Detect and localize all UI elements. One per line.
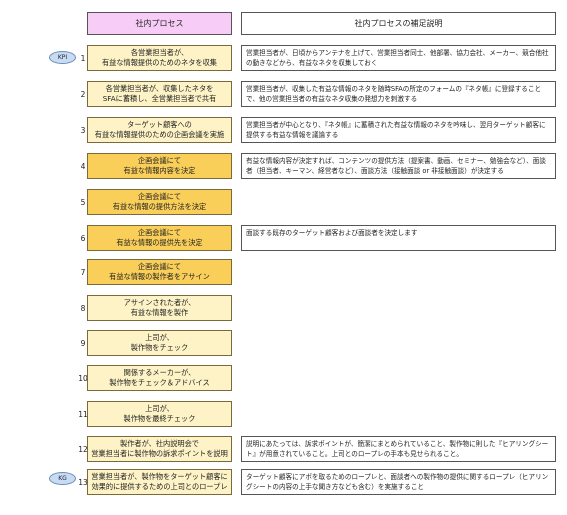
process-step-text: 企画会議にて 有益な情報の提供方法を決定 [112,192,207,211]
kpi-badge: KPI [49,51,76,64]
process-step-box: 企画会議にて 有益な情報の提供先を決定 [87,225,232,251]
process-step-box: 企画会議にて 有益な情報内容を決定 [87,153,232,179]
process-step-box: 上司が、 製作物をチェック [87,330,232,356]
process-step-text: 製作者が、社内説明会で 営業担当者に製作物の訴求ポイントを説明 [91,439,228,458]
step-note: 営業担当者が中心となり、『ネタ帳』に蓄積された有益な情報のネタを吟味し、翌月ター… [241,117,556,143]
kg-badge: KG [49,472,76,485]
process-step-box: 営業担当者が、製作物をターゲット顧客に 効果的に提供するための上司とのロープレ [87,469,232,495]
process-step-box: アサインされた者が、 有益な情報を製作 [87,295,232,321]
process-step-text: 企画会議にて 有益な情報内容を決定 [123,156,196,175]
process-step-text: 各営業担当者が、収集したネタを SFAに蓄積し、全営業担当者で共有 [102,84,217,103]
process-step-text: 各営業担当者が、 有益な情報提供のためのネタを収集 [101,48,217,67]
process-step-text: 企画会議にて 有益な情報の製作者をアサイン [109,262,210,281]
header-internal-process: 社内プロセス [87,12,232,35]
process-step-box: 上司が、 製作物を最終チェック [87,401,232,427]
step-note: 有益な情報内容が決定すれば、コンテンツの提供方法（提案書、動画、セミナー、勉強会… [241,153,556,179]
header-supplementary-notes: 社内プロセスの補足説明 [241,12,556,35]
process-step-text: 関係するメーカーが、 製作物をチェック＆アドバイス [109,368,210,387]
process-step-box: ターゲット顧客への 有益な情報提供のための企画会議を実施 [87,117,232,143]
process-step-text: アサインされた者が、 有益な情報を製作 [123,298,196,317]
process-step-box: 企画会議にて 有益な情報の提供方法を決定 [87,189,232,215]
process-step-text: 営業担当者が、製作物をターゲット顧客に 効果的に提供するための上司とのロープレ [91,472,228,491]
process-step-text: 上司が、 製作物を最終チェック [123,404,196,423]
process-step-box: 製作者が、社内説明会で 営業担当者に製作物の訴求ポイントを説明 [87,436,232,462]
process-step-box: 各営業担当者が、収集したネタを SFAに蓄積し、全営業担当者で共有 [87,81,232,107]
process-step-text: 上司が、 製作物をチェック [130,333,189,352]
step-note: 説明にあたっては、訴求ポイントが、簡潔にまとめられていること、製作物に則した『ヒ… [241,436,556,462]
process-step-box: 関係するメーカーが、 製作物をチェック＆アドバイス [87,365,232,391]
step-note: 営業担当者が、収集した有益な情報のネタを随時SFAの所定のフォームの『ネタ帳』に… [241,81,556,107]
step-note: 営業担当者が、日頃からアンテナを上げて、営業担当者同士、他部署、協力会社、メーカ… [241,45,556,71]
process-step-text: 企画会議にて 有益な情報の提供先を決定 [116,228,203,247]
process-step-box: 各営業担当者が、 有益な情報提供のためのネタを収集 [87,45,232,71]
process-step-box: 企画会議にて 有益な情報の製作者をアサイン [87,259,232,285]
step-note: ターゲット顧客にアポを取るためのロープレと、面談者への製作物の提供に関するロープ… [241,469,556,495]
process-step-text: ターゲット顧客への 有益な情報提供のための企画会議を実施 [94,120,225,139]
step-note: 面談する既存のターゲット顧客および面談者を決定します [241,225,556,251]
